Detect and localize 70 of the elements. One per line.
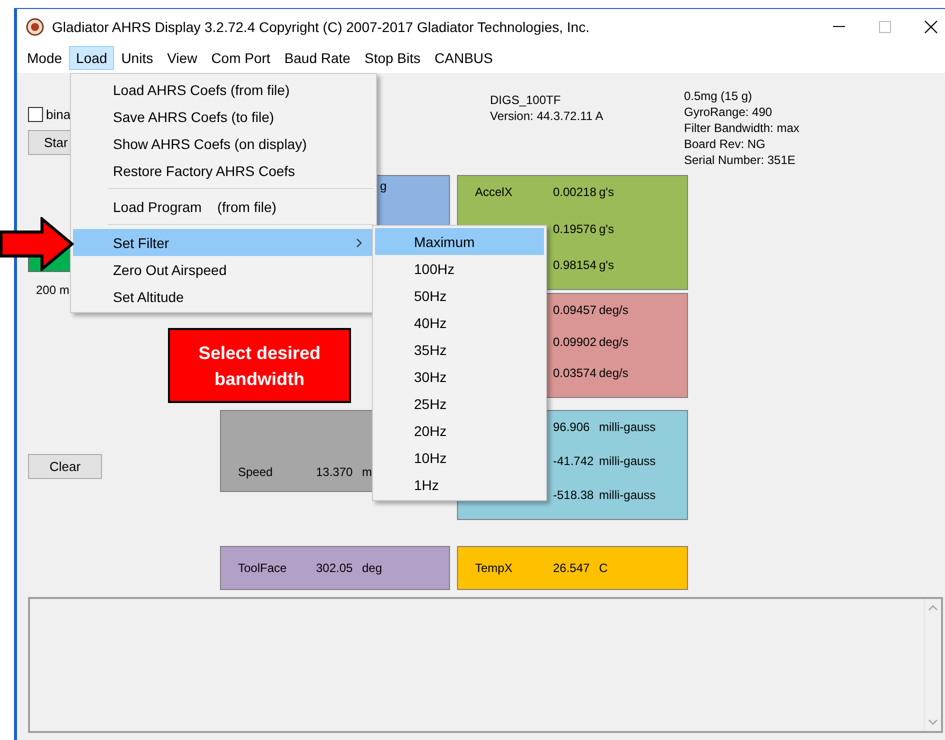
log-textbox[interactable] [28, 597, 943, 733]
reading-unit: g's [599, 222, 614, 236]
sensor-info: 0.5mg (15 g) GyroRange: 490 Filter Bandwidth: max Board Rev: NG Serial Number: 351E [684, 88, 800, 169]
reading-label: TempX [475, 561, 512, 575]
reading-value: 0.09457 [553, 303, 596, 317]
menu-item[interactable]: Mode [20, 46, 70, 70]
menu-item[interactable]: 100Hz [375, 255, 544, 282]
menu-item[interactable]: Units [114, 46, 160, 70]
menu-item[interactable]: Set Filter [73, 229, 374, 256]
reading-value: -518.38 [553, 488, 594, 502]
reading-unit: milli-gauss [599, 454, 656, 468]
app-logo-icon [26, 18, 44, 36]
menu-item[interactable]: Zero Out Airspeed [73, 256, 374, 283]
reading-unit: deg/s [599, 366, 628, 380]
reading-value: 302.05 [316, 561, 353, 575]
menu-item[interactable]: 1Hz [375, 471, 544, 498]
menu-item[interactable]: Restore Factory AHRS Coefs [73, 157, 374, 184]
menu-item[interactable]: Set Altitude [73, 283, 374, 310]
rate-label: 200 m [36, 283, 70, 297]
reading-label: Speed [238, 465, 273, 479]
reading-unit: deg/s [599, 303, 628, 317]
checkbox[interactable] [28, 107, 43, 122]
reading-unit: g [380, 179, 387, 193]
reading-value: 0.00218 [553, 185, 596, 199]
menu-item[interactable]: View [160, 46, 204, 70]
menu-item[interactable]: 40Hz [375, 309, 544, 336]
menu-item[interactable]: 25Hz [375, 390, 544, 417]
reading-unit: g's [599, 185, 614, 199]
close-icon[interactable] [924, 20, 938, 34]
menu-item[interactable]: 50Hz [375, 282, 544, 309]
reading-value: 96.906 [553, 420, 590, 434]
device-info: DIGS_100TF Version: 44.3.72.11 A [490, 92, 604, 125]
reading-unit: deg/s [599, 334, 628, 348]
menu-item[interactable]: Show AHRS Coefs (on display) [73, 130, 374, 157]
reading-unit: milli-gauss [599, 420, 656, 434]
reading-unit: milli-gauss [599, 488, 656, 502]
menu-item[interactable]: CANBUS [428, 46, 500, 70]
reading-value: 0.98154 [553, 258, 596, 272]
reading-label: AccelX [475, 185, 512, 199]
reading-unit: deg [362, 561, 382, 575]
reading-value: 0.03574 [553, 366, 596, 380]
menu-item[interactable]: Load AHRS Coefs (from file) [73, 76, 374, 103]
menu-item[interactable]: Load Program (from file) [73, 193, 374, 220]
reading-value: 26.547 [553, 561, 590, 575]
minimize-icon[interactable] [833, 26, 845, 28]
reading-value: 13.370 [316, 465, 353, 479]
menu-item[interactable]: Load [69, 46, 114, 70]
reading-unit: C [599, 561, 608, 575]
reading-value: 0.19576 [553, 222, 596, 236]
reading-unit: g's [599, 258, 614, 272]
reading-unit: m [362, 465, 372, 479]
menu-item[interactable]: 10Hz [375, 444, 544, 471]
menu-item[interactable]: Baud Rate [277, 46, 358, 70]
scroll-up-icon[interactable] [928, 605, 938, 611]
window-title: Gladiator AHRS Display 3.2.72.4 Copyright (C) 2007-2017 Gladiator Technologies, Inc. [52, 19, 590, 35]
menu-item[interactable]: Com Port [204, 46, 278, 70]
menu-item[interactable]: Save AHRS Coefs (to file) [73, 103, 374, 130]
maximize-icon[interactable] [879, 21, 891, 33]
menu-item[interactable]: 20Hz [375, 417, 544, 444]
clear-button[interactable]: Clear [28, 454, 102, 479]
callout-note: Select desired bandwidth [168, 328, 351, 403]
menu-item[interactable]: 30Hz [375, 363, 544, 390]
reading-label: ToolFace [238, 561, 287, 575]
scroll-down-icon[interactable] [928, 719, 938, 725]
menu-item[interactable]: Stop Bits [357, 46, 428, 70]
reading-value: -41.742 [553, 454, 594, 468]
reading-value: 0.09902 [553, 334, 596, 348]
checkbox-label: bina [46, 107, 71, 122]
menu-item[interactable]: 35Hz [375, 336, 544, 363]
menu-item[interactable]: Maximum [375, 228, 544, 255]
